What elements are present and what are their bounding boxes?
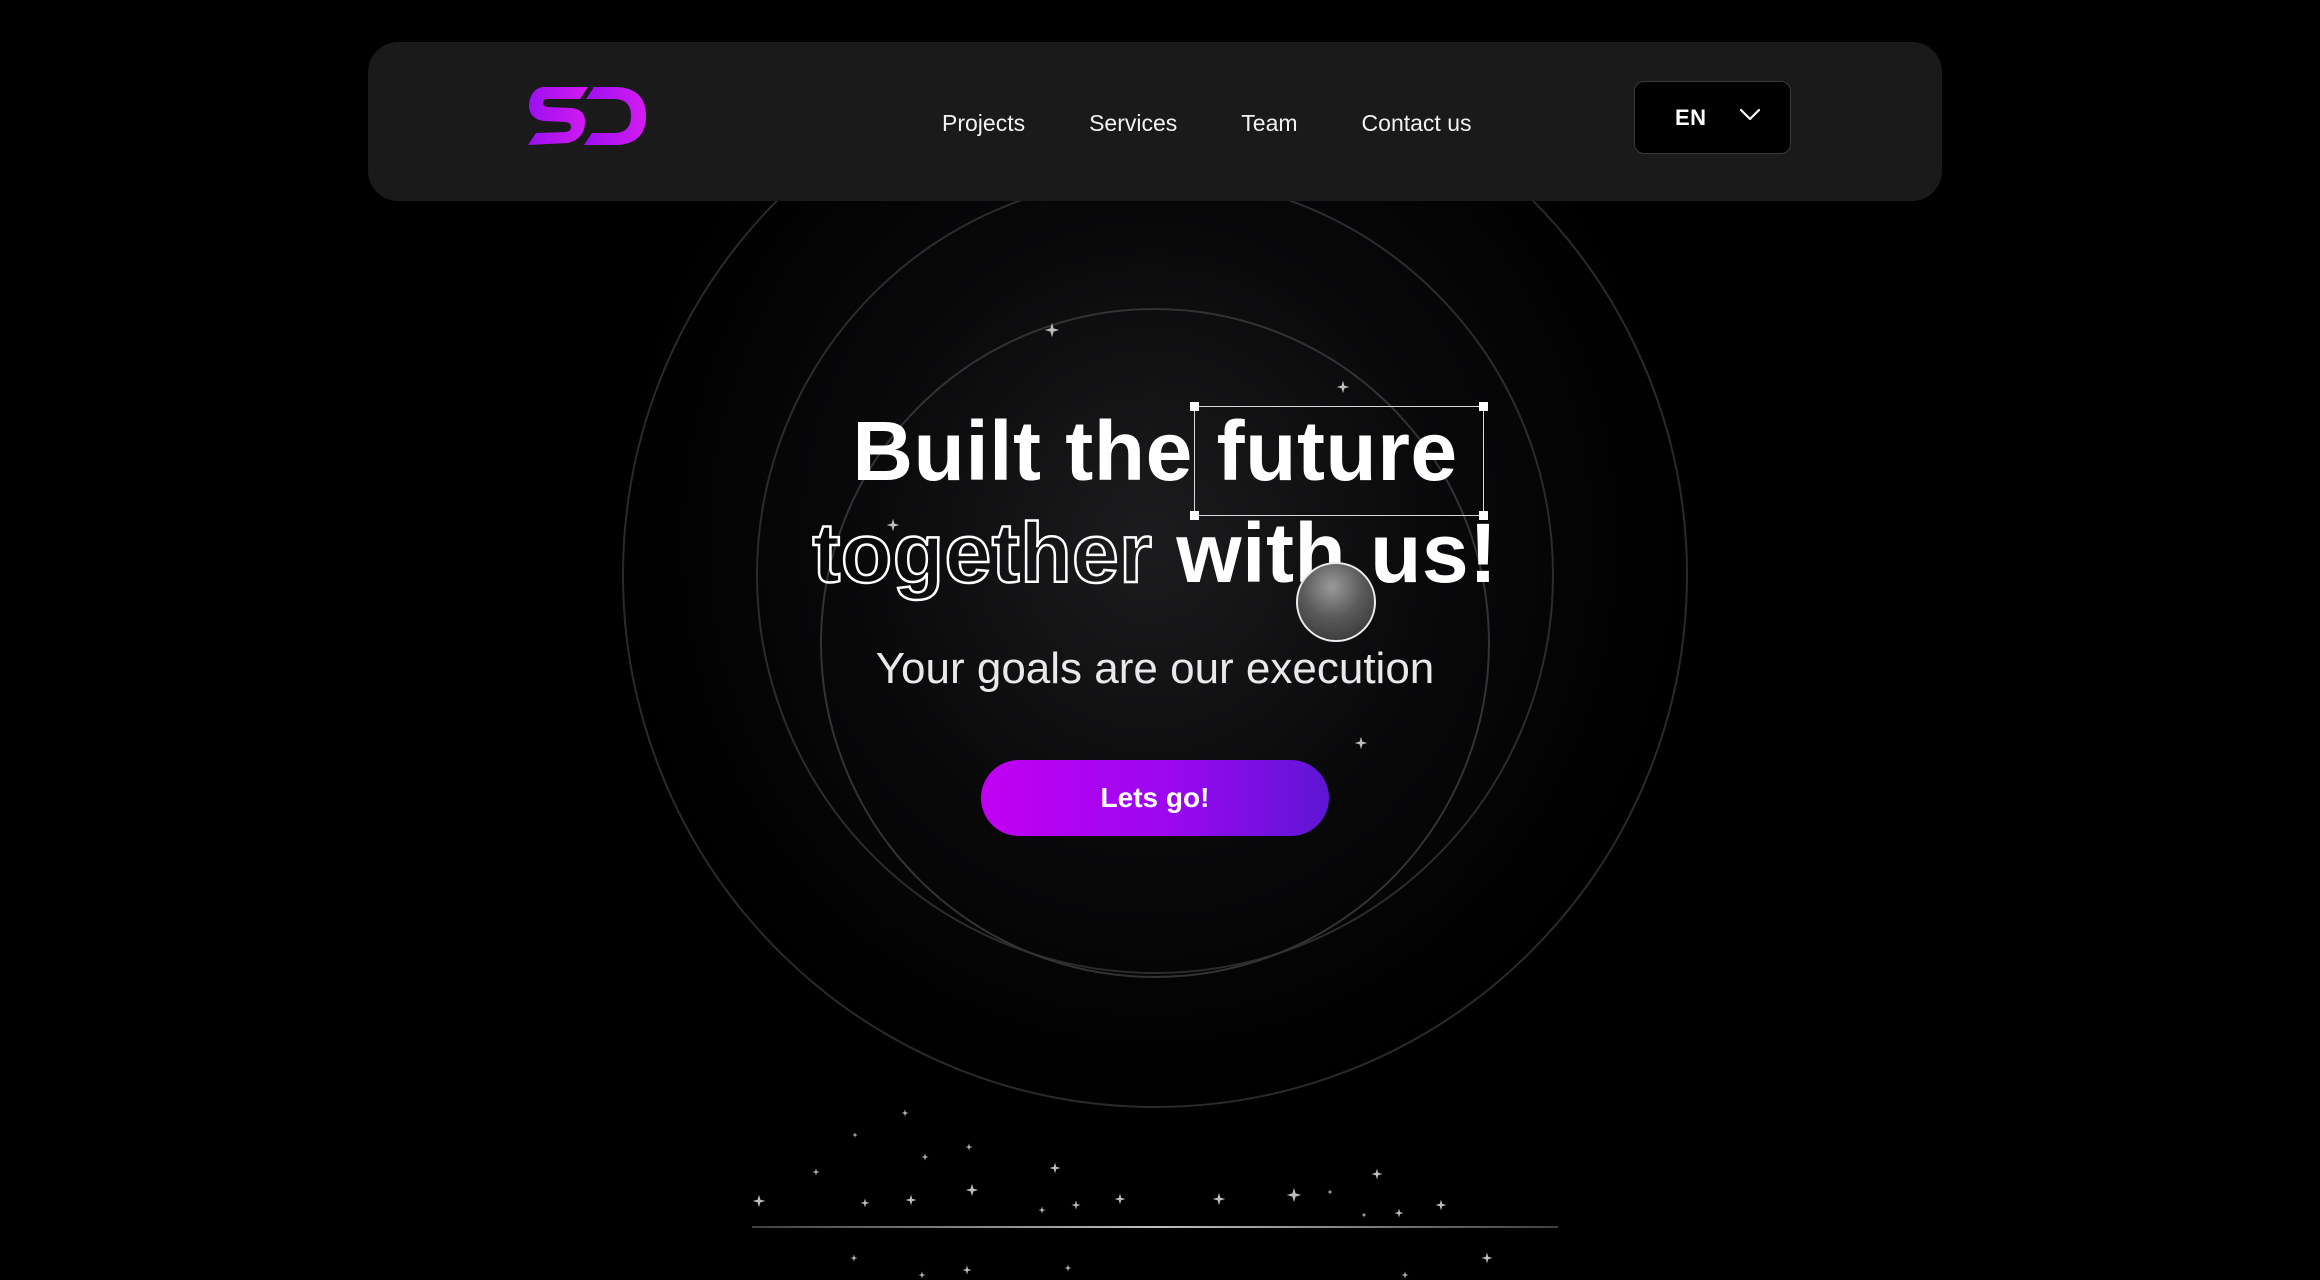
language-value: EN [1675, 104, 1707, 130]
selection-frame [1190, 402, 1488, 520]
headline-outline-word: together [811, 505, 1153, 602]
nav-link-contact[interactable]: Contact us [1362, 107, 1472, 139]
selection-handle [1190, 402, 1199, 411]
nav-link-projects[interactable]: Projects [942, 107, 1025, 139]
cursor-ball [1296, 562, 1376, 642]
landing-page: Projects Services Team Contact us EN Bui… [0, 0, 2320, 1280]
nav-link-team[interactable]: Team [1241, 107, 1297, 139]
lets-go-button[interactable]: Lets go! [981, 760, 1329, 836]
chevron-down-icon [1739, 108, 1761, 121]
headline-part1: Built the [852, 404, 1193, 498]
headline-line-2: together with us! [760, 502, 1550, 604]
language-dropdown[interactable]: EN [1634, 81, 1791, 154]
top-navbar: Projects Services Team Contact us EN [368, 42, 1942, 201]
selection-handle [1479, 402, 1488, 411]
glow-divider [752, 1226, 1558, 1228]
selection-handle [1190, 511, 1199, 520]
main-nav: Projects Services Team Contact us [942, 107, 1472, 139]
selection-handle [1479, 511, 1488, 520]
nav-link-services[interactable]: Services [1089, 107, 1177, 139]
sd-logo[interactable] [528, 87, 646, 145]
hero-subtitle: Your goals are our execution [875, 644, 1435, 693]
